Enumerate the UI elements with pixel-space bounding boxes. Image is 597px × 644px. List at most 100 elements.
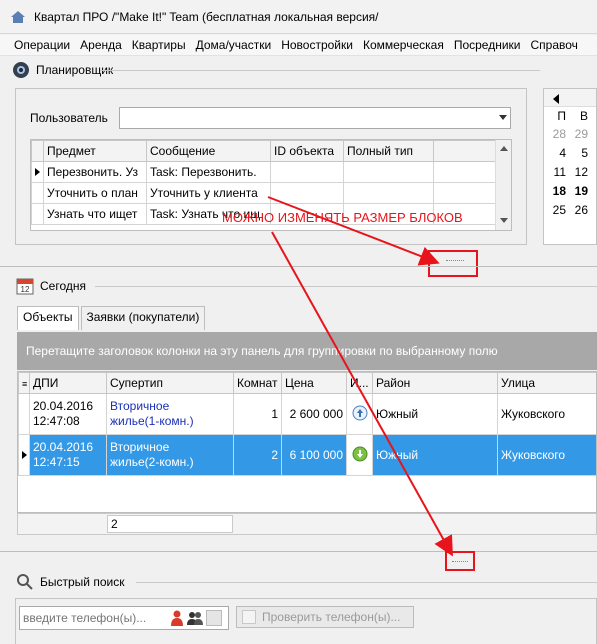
splitter-line-2	[0, 551, 597, 552]
chevron-down-icon[interactable]	[499, 115, 507, 120]
footer-count: 2	[107, 515, 233, 533]
person-red-icon[interactable]	[168, 609, 186, 627]
col-price[interactable]: Цена	[281, 372, 347, 394]
col-rooms[interactable]: Комнат	[233, 372, 282, 394]
grid-footer: 2	[17, 513, 597, 535]
cell-message[interactable]: Task: Перезвонить.	[146, 161, 271, 183]
grid-corner	[31, 140, 44, 162]
cell-object-id[interactable]	[270, 161, 344, 183]
cell-date-time: 12:47:08	[33, 414, 80, 428]
cell-supertype[interactable]: Вторичное жилье(2-комн.)	[106, 434, 234, 476]
row-indicator	[18, 393, 30, 435]
col-supertype[interactable]: Супертип	[106, 372, 234, 394]
col-empty	[433, 140, 496, 162]
col-subject[interactable]: Предмет	[43, 140, 147, 162]
menu-item-houses[interactable]: Дома/участки	[191, 38, 277, 52]
people-icon[interactable]	[186, 609, 204, 627]
check-phone-label: Проверить телефон(ы)...	[262, 610, 401, 624]
cell-object-id[interactable]	[270, 182, 344, 204]
col-message[interactable]: Сообщение	[146, 140, 271, 162]
calendar-day[interactable]: 25	[544, 203, 566, 217]
cell-full-type[interactable]	[343, 182, 434, 204]
cell-subject[interactable]: Узнать что ищет	[43, 203, 147, 225]
cell-subject[interactable]: Перезвонить. Уз	[43, 161, 147, 183]
table-row[interactable]: Перезвонить. Уз Task: Перезвонить.	[31, 161, 496, 183]
table-row[interactable]: 20.04.2016 12:47:08 Вторичное жилье(1-ко…	[18, 393, 596, 435]
scroll-up-icon[interactable]	[500, 146, 508, 151]
menu-item-apartments[interactable]: Квартиры	[127, 38, 191, 52]
checkbox-icon[interactable]	[206, 610, 222, 626]
planner-header-line	[100, 70, 540, 71]
calendar-week-row: 11 12	[544, 162, 596, 181]
check-phone-button[interactable]: Проверить телефон(ы)...	[236, 606, 414, 628]
group-by-panel[interactable]: Перетащите заголовок колонки на эту пане…	[17, 332, 597, 370]
col-dpi[interactable]: ДПИ	[29, 372, 107, 394]
calendar-prev-icon[interactable]	[553, 94, 559, 104]
phone-search-field[interactable]	[19, 606, 229, 630]
tab-requests[interactable]: Заявки (покупатели)	[80, 306, 206, 330]
calendar-day[interactable]: 19	[566, 184, 588, 198]
cell-date[interactable]: 20.04.2016 12:47:15	[29, 434, 107, 476]
calendar-day[interactable]: 26	[566, 203, 588, 217]
cell-date[interactable]: 20.04.2016 12:47:08	[29, 393, 107, 435]
calendar-day[interactable]: 18	[544, 184, 566, 198]
cell-price[interactable]: 2 600 000	[281, 393, 347, 435]
calendar-week-row: 28 29	[544, 124, 596, 143]
cell-supertype[interactable]: Вторичное жилье(1-комн.)	[106, 393, 234, 435]
cell-district[interactable]: Южный	[372, 434, 498, 476]
menu-item-rent[interactable]: Аренда	[75, 38, 127, 52]
calendar-week-row: 18 19	[544, 181, 596, 200]
cell-street[interactable]: Жуковского	[497, 393, 596, 435]
splitter-grip[interactable]	[446, 260, 464, 261]
menu-item-new-buildings[interactable]: Новостройки	[276, 38, 358, 52]
menu-item-commercial[interactable]: Коммерческая	[358, 38, 449, 52]
today-header: 12 Сегодня	[16, 275, 86, 297]
cell-street[interactable]: Жуковского	[497, 434, 596, 476]
cell-icon[interactable]	[346, 393, 373, 435]
row-indicator	[31, 203, 44, 225]
user-combobox[interactable]	[119, 107, 511, 129]
menu-item-operations[interactable]: Операции	[0, 38, 75, 52]
col-street[interactable]: Улица	[497, 372, 596, 394]
calendar-day[interactable]: 28	[544, 127, 566, 141]
cell-subject[interactable]: Уточнить о план	[43, 182, 147, 204]
col-full-type[interactable]: Полный тип	[343, 140, 434, 162]
cell-rooms[interactable]: 2	[233, 434, 282, 476]
cell-icon[interactable]	[346, 434, 373, 476]
calendar-day[interactable]: 11	[544, 165, 566, 179]
cell-supertype-line2: жилье(1-комн.)	[110, 414, 194, 428]
cell-date-time: 12:47:15	[33, 455, 80, 469]
group-by-hint: Перетащите заголовок колонки на эту пане…	[26, 344, 498, 358]
col-district[interactable]: Район	[372, 372, 498, 394]
cell-date-day: 20.04.2016	[33, 440, 94, 454]
arrow-up-icon	[352, 405, 367, 420]
splitter-line	[0, 266, 597, 267]
today-tabs: Объекты Заявки (покупатели)	[17, 306, 207, 330]
menu-item-agents[interactable]: Посредники	[449, 38, 526, 52]
col-icon[interactable]: И...	[346, 372, 373, 394]
planner-scrollbar[interactable]	[495, 140, 511, 230]
calendar-week-row: 45	[544, 143, 596, 162]
cell-full-type[interactable]	[343, 161, 434, 183]
cell-message[interactable]: Уточнить у клиента	[146, 182, 271, 204]
scroll-down-icon[interactable]	[500, 218, 508, 223]
menu-item-reference[interactable]: Справоч	[525, 38, 582, 52]
calendar-day[interactable]: 4	[544, 146, 566, 160]
cell-empty	[433, 161, 496, 183]
table-row[interactable]: Уточнить о план Уточнить у клиента	[31, 182, 496, 204]
calendar-day[interactable]: 12	[566, 165, 588, 179]
title-bar: Квартал ПРО /"Make It!" Team (бесплатная…	[0, 0, 597, 34]
calendar-weekday: П	[557, 108, 566, 123]
tab-objects[interactable]: Объекты	[17, 306, 79, 330]
splitter-grip-2[interactable]	[452, 561, 468, 562]
phone-input[interactable]	[20, 610, 165, 626]
annotation-text: МОЖНО ИЗМЕНЯТЬ РАЗМЕР БЛОКОВ	[222, 210, 463, 225]
table-row-selected[interactable]: 20.04.2016 12:47:15 Вторичное жилье(2-ко…	[18, 434, 596, 476]
col-object-id[interactable]: ID объекта	[270, 140, 344, 162]
cell-price[interactable]: 6 100 000	[281, 434, 347, 476]
cell-rooms[interactable]: 1	[233, 393, 282, 435]
calendar-day[interactable]: 5	[566, 146, 588, 160]
calendar-day[interactable]: 29	[566, 127, 588, 141]
today-title: Сегодня	[40, 279, 86, 293]
cell-district[interactable]: Южный	[372, 393, 498, 435]
